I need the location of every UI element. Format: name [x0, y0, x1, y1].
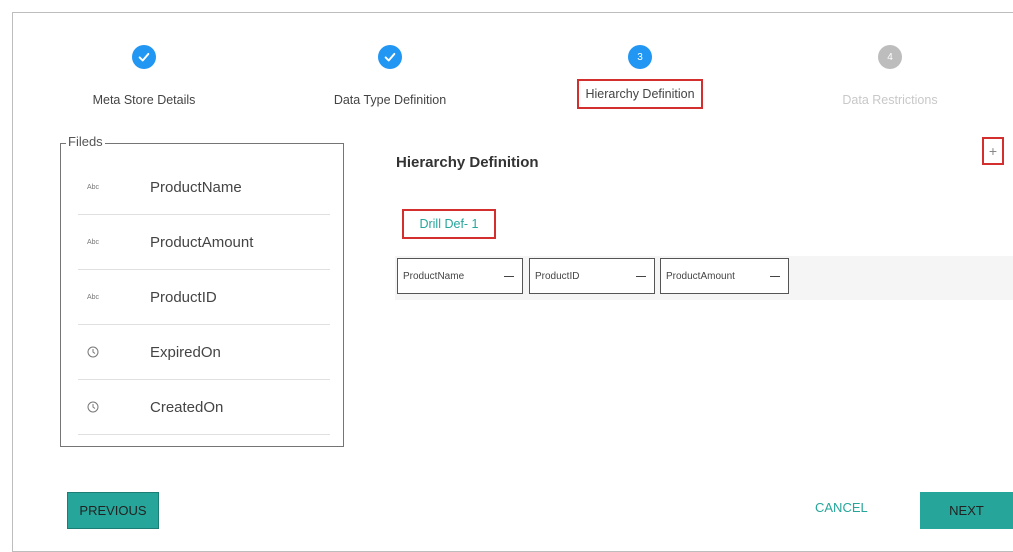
minus-icon[interactable] — [770, 275, 780, 277]
field-item-productid[interactable]: Abc ProductID — [78, 270, 330, 325]
hierarchy-chip-productid[interactable]: ProductID — [529, 258, 655, 294]
field-name: ProductName — [150, 178, 242, 196]
text-type-icon: Abc — [86, 293, 100, 301]
hierarchy-chip-productamount[interactable]: ProductAmount — [660, 258, 789, 294]
field-item-expiredon[interactable]: ExpiredOn — [78, 325, 330, 380]
step-label: Meta Store Details — [92, 93, 196, 107]
step-hierarchy-definition[interactable]: 3 Hierarchy Definition — [555, 45, 725, 109]
field-name: ProductAmount — [150, 233, 254, 251]
step-label: Data Restrictions — [842, 93, 938, 107]
step-data-restrictions[interactable]: 4 Data Restrictions — [805, 45, 975, 113]
next-button[interactable]: NEXT — [920, 492, 1013, 529]
step-number-badge: 3 — [628, 45, 652, 69]
previous-button[interactable]: PREVIOUS — [67, 492, 159, 529]
chip-label: ProductName — [403, 270, 465, 282]
clock-icon — [82, 401, 104, 413]
minus-icon[interactable] — [504, 275, 514, 277]
step-data-type-definition[interactable]: Data Type Definition — [305, 45, 475, 113]
field-item-productname[interactable]: Abc ProductName — [78, 160, 330, 215]
field-name: CreatedOn — [150, 398, 224, 416]
fields-legend: Fileds — [66, 134, 105, 149]
field-item-productamount[interactable]: Abc ProductAmount — [78, 215, 330, 270]
minus-icon[interactable] — [636, 275, 646, 277]
field-name: ProductID — [150, 288, 217, 306]
step-label: Hierarchy Definition — [577, 79, 703, 109]
cancel-button[interactable]: CANCEL — [815, 500, 868, 515]
field-item-createdon[interactable]: CreatedOn — [78, 380, 330, 435]
tab-drill-def-1[interactable]: Drill Def- 1 — [402, 209, 496, 239]
chip-label: ProductAmount — [666, 270, 735, 282]
step-label: Data Type Definition — [333, 93, 447, 107]
text-type-icon: Abc — [86, 183, 100, 191]
check-icon — [132, 45, 156, 69]
add-hierarchy-button[interactable]: + — [982, 137, 1004, 165]
chip-label: ProductID — [535, 270, 580, 282]
step-meta-store-details[interactable]: Meta Store Details — [59, 45, 229, 113]
hierarchy-chip-productname[interactable]: ProductName — [397, 258, 523, 294]
field-name: ExpiredOn — [150, 343, 221, 361]
hierarchy-title: Hierarchy Definition — [396, 154, 539, 171]
clock-icon — [82, 346, 104, 358]
step-number-badge: 4 — [878, 45, 902, 69]
text-type-icon: Abc — [86, 238, 100, 246]
check-icon — [378, 45, 402, 69]
